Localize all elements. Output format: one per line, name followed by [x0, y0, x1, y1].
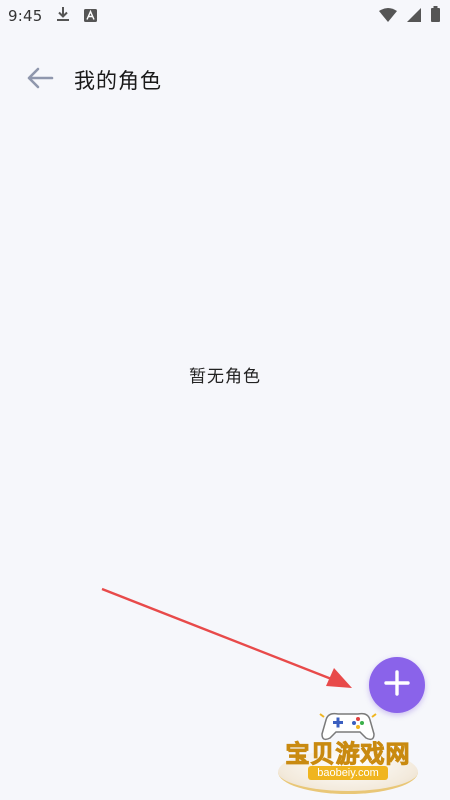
wifi-icon: [379, 7, 397, 26]
download-icon: [56, 6, 70, 26]
arrow-left-icon: [26, 67, 54, 93]
watermark-url: baobeiy.com: [308, 766, 388, 780]
battery-icon: [431, 6, 440, 26]
empty-state-text: 暂无角色: [189, 367, 261, 387]
signal-icon: [407, 7, 421, 26]
app-a-icon: [84, 7, 98, 26]
app-bar: 我的角色: [0, 52, 450, 108]
status-right-icons: [379, 6, 440, 26]
status-left-icons: [56, 6, 98, 26]
page-title: 我的角色: [74, 69, 162, 93]
plus-icon: [384, 670, 410, 700]
status-bar: 9:45: [0, 0, 450, 32]
back-button[interactable]: [20, 60, 60, 100]
watermark-name: 宝贝游戏网: [285, 740, 411, 769]
status-time: 9:45: [8, 7, 43, 25]
add-role-button[interactable]: [369, 657, 425, 713]
watermark-logo: 宝贝游戏网 baobeiy.com: [268, 706, 428, 796]
